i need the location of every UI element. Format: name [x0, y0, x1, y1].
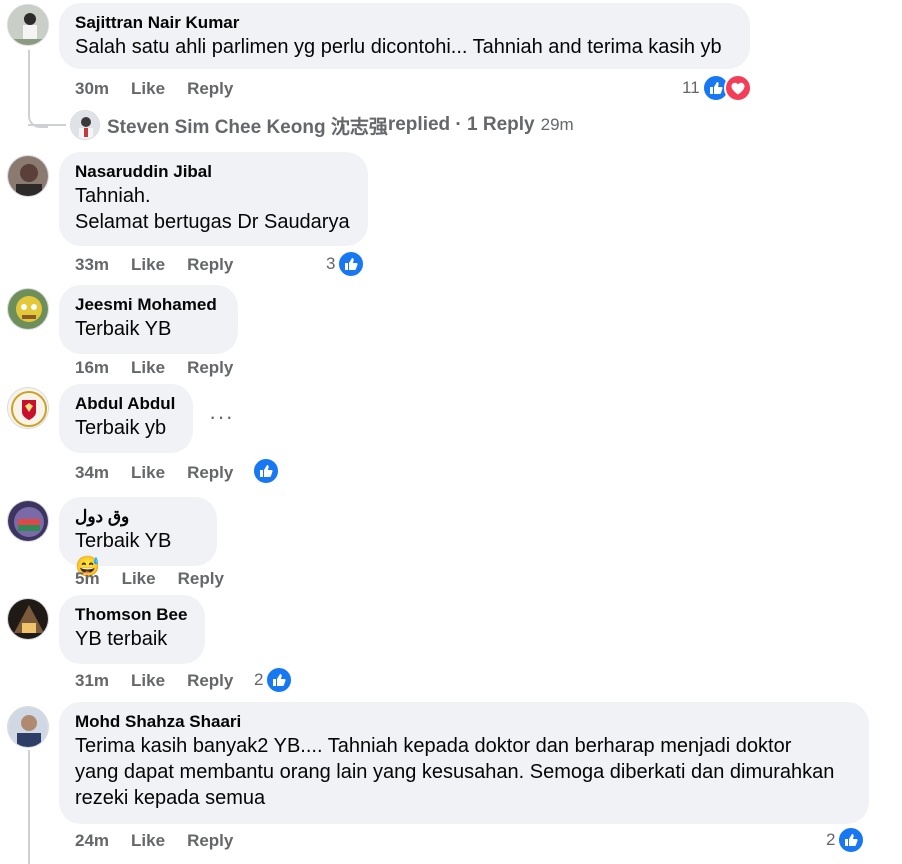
like-button[interactable]: Like — [131, 831, 165, 851]
avatar[interactable] — [7, 706, 49, 748]
view-replies-link[interactable]: Steven Sim Chee Keong 沈志强 replied · 1 Re… — [70, 110, 574, 140]
avatar[interactable] — [7, 288, 49, 330]
comment-text-content: Terbaik YB — [75, 530, 172, 552]
love-icon — [723, 74, 752, 102]
comment-bubble: Abdul Abdul Terbaik yb — [59, 384, 193, 453]
reply-button[interactable]: Reply — [178, 569, 224, 589]
comment-actions: 34m Like Reply — [75, 463, 255, 483]
comment-time[interactable]: 24m — [75, 831, 109, 851]
comment-bubble: Jeesmi Mohamed Terbaik YB — [59, 285, 238, 354]
comment-bubble: Thomson Bee YB terbaik — [59, 595, 205, 664]
reaction-count: 2 — [254, 670, 264, 689]
comment-bubble: Nasaruddin Jibal Tahniah. Selamat bertug… — [59, 152, 368, 246]
comment-time[interactable]: 30m — [75, 79, 109, 99]
like-icon — [337, 250, 366, 278]
reply-button[interactable]: Reply — [187, 358, 233, 378]
comment-author[interactable]: Abdul Abdul — [75, 393, 177, 415]
comment-time[interactable]: 31m — [75, 671, 109, 691]
comment-text: YB terbaik — [75, 628, 168, 650]
reply-button[interactable]: Reply — [187, 255, 233, 275]
comment-author[interactable]: Jeesmi Mohamed — [75, 294, 222, 316]
comment-actions: 16m Like Reply — [75, 358, 255, 378]
comment-bubble: Mohd Shahza Shaari Terima kasih banyak2 … — [59, 702, 869, 824]
reaction-summary[interactable]: 3 — [326, 250, 366, 278]
comment-text: Terbaik yb — [75, 417, 167, 439]
avatar[interactable] — [7, 4, 49, 46]
comment-bubble: وق دول Terbaik YB 😅 — [59, 497, 217, 578]
comment-author[interactable]: وق دول — [75, 506, 201, 528]
comment-time[interactable]: 34m — [75, 463, 109, 483]
reply-button[interactable]: Reply — [187, 831, 233, 851]
comment-author[interactable]: Mohd Shahza Shaari — [75, 711, 853, 733]
comment-bubble: Sajittran Nair Kumar Salah satu ahli par… — [59, 3, 750, 69]
reply-time: 29m — [540, 115, 574, 134]
reaction-summary[interactable]: 2 — [254, 666, 294, 694]
thread-line-vertical — [28, 50, 30, 110]
like-icon — [265, 666, 294, 694]
reaction-summary[interactable]: 2 — [826, 826, 866, 854]
comment-author[interactable]: Nasaruddin Jibal — [75, 161, 352, 183]
like-button[interactable]: Like — [131, 79, 165, 99]
comment-text: rezeki kepada semua — [75, 787, 266, 809]
comment-text: Salah satu ahli parlimen yg perlu dicont… — [75, 36, 722, 58]
avatar[interactable] — [7, 598, 49, 640]
reaction-count: 3 — [326, 254, 336, 273]
comment-actions: 30m Like Reply — [75, 79, 255, 99]
reply-count-text[interactable]: replied · 1 Reply — [388, 114, 535, 136]
like-button[interactable]: Like — [131, 358, 165, 378]
comment-actions: 5m Like Reply — [75, 569, 246, 589]
avatar[interactable] — [7, 500, 49, 542]
more-options-button[interactable]: ··· — [209, 406, 234, 428]
comment-text: Terima kasih banyak2 YB.... Tahniah kepa… — [75, 735, 792, 757]
like-button[interactable]: Like — [131, 463, 165, 483]
like-button[interactable]: Like — [131, 671, 165, 691]
comment-author[interactable]: Thomson Bee — [75, 604, 189, 626]
reaction-summary[interactable]: 11 — [682, 74, 752, 102]
reply-button[interactable]: Reply — [187, 671, 233, 691]
comment-author[interactable]: Sajittran Nair Kumar — [75, 12, 734, 34]
reply-author[interactable]: Steven Sim Chee Keong 沈志强 — [107, 112, 388, 139]
avatar — [70, 110, 100, 140]
reply-button[interactable]: Reply — [187, 79, 233, 99]
comment-text: yang dapat membantu orang lain yang kesu… — [75, 761, 835, 783]
comment-text: Terbaik YB — [75, 318, 172, 340]
comment-time[interactable]: 5m — [75, 569, 100, 589]
comment-time[interactable]: 16m — [75, 358, 109, 378]
comment-actions: 33m Like Reply — [75, 255, 255, 275]
comment-actions: 31m Like Reply — [75, 671, 255, 691]
comment-actions: 24m Like Reply — [75, 831, 255, 851]
reaction-count: 11 — [682, 78, 700, 97]
like-button[interactable]: Like — [122, 569, 156, 589]
like-button[interactable]: Like — [131, 255, 165, 275]
reaction-summary[interactable] — [252, 457, 280, 485]
reaction-count: 2 — [826, 830, 836, 849]
avatar[interactable] — [7, 155, 49, 197]
avatar[interactable] — [7, 387, 49, 429]
like-icon — [252, 457, 280, 485]
comment-time[interactable]: 33m — [75, 255, 109, 275]
comment-text: Tahniah. — [75, 185, 151, 207]
like-icon — [837, 826, 866, 854]
thread-line-vertical — [28, 750, 30, 864]
reply-button[interactable]: Reply — [187, 463, 233, 483]
comment-text: Selamat bertugas Dr Saudarya — [75, 211, 350, 233]
thread-line-curve — [28, 106, 48, 128]
